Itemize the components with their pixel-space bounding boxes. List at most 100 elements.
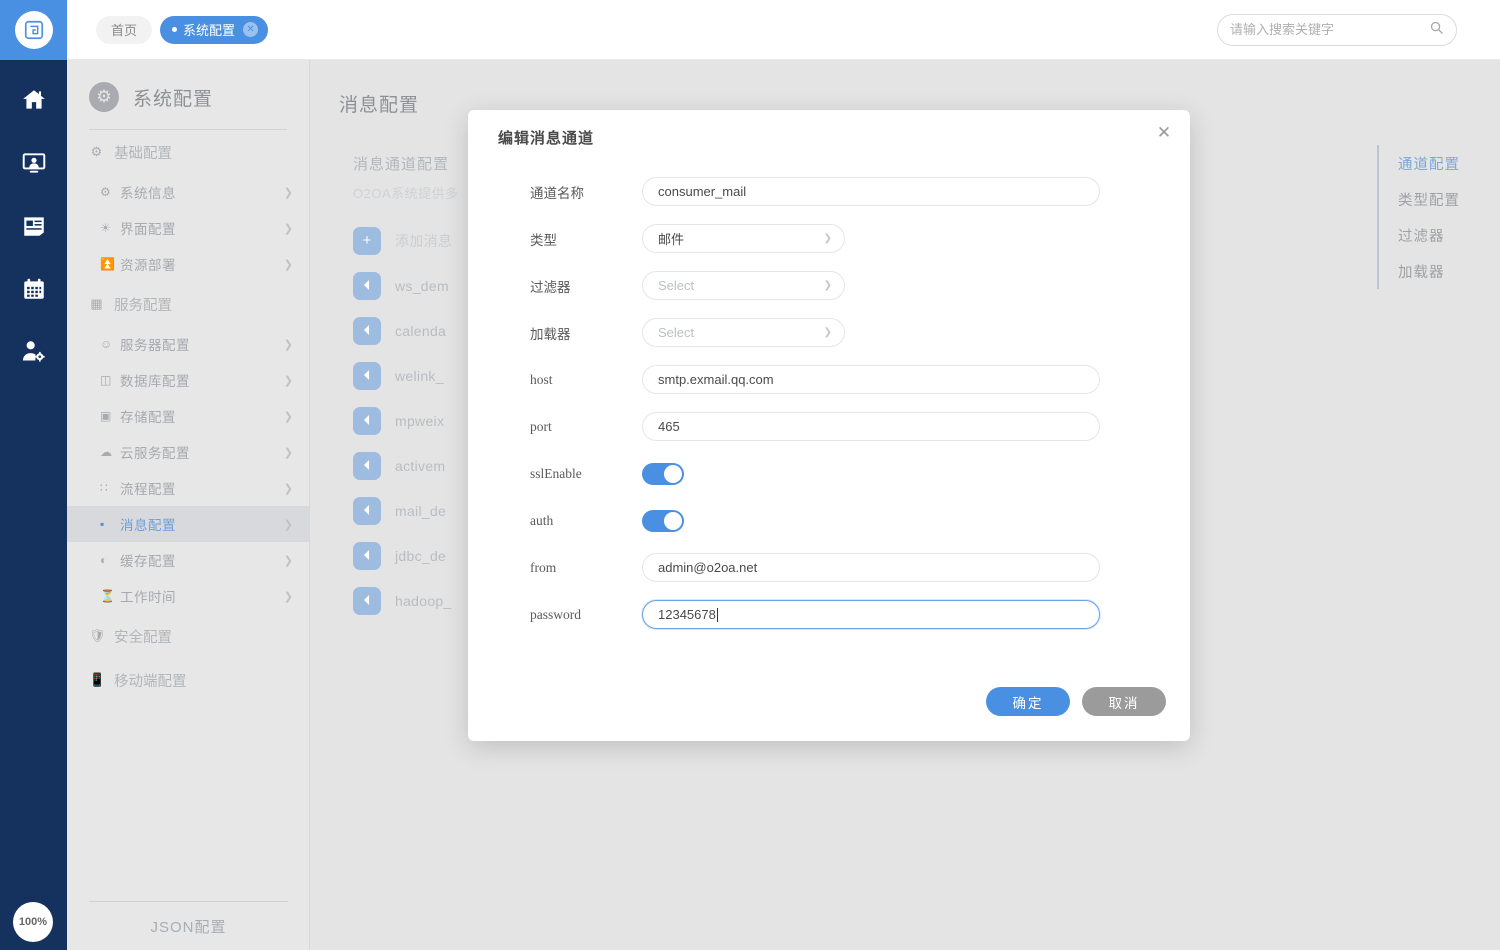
field-label: sslEnable — [468, 466, 642, 482]
field-placeholder: Select — [658, 325, 694, 340]
storage-icon: ▣ — [100, 409, 120, 423]
channel-name: calenda — [395, 323, 446, 339]
sidebar-item-cloud-config[interactable]: ☁ 云服务配置 ❯ — [67, 434, 309, 470]
clock-icon: ⏳ — [100, 589, 120, 603]
sidebar-group-basic: ⚙ 基础配置 — [67, 130, 309, 174]
add-channel-label: 添加消息 — [395, 231, 452, 251]
host-input[interactable]: smtp.exmail.qq.com — [642, 365, 1100, 394]
field-row-port: port 465 — [468, 403, 1190, 450]
right-nav-item-loader[interactable]: 加载器 — [1398, 253, 1460, 289]
channel-icon: ⏴ — [353, 272, 381, 300]
rail-item-admin[interactable] — [0, 320, 67, 383]
right-nav: 通道配置 类型配置 过滤器 加载器 — [1377, 145, 1460, 289]
sidebar-item-process-config[interactable]: ∷ 流程配置 ❯ — [67, 470, 309, 506]
channel-name-input[interactable]: consumer_mail — [642, 177, 1100, 206]
home-icon — [21, 87, 47, 113]
sidebar-item-label: 服务器配置 — [120, 334, 190, 354]
sidebar-title: 系统配置 — [133, 84, 213, 111]
right-nav-item-filter[interactable]: 过滤器 — [1398, 217, 1460, 253]
field-label: from — [468, 560, 642, 576]
zoom-level-badge[interactable]: 100% — [13, 902, 53, 942]
field-value: 邮件 — [658, 229, 684, 248]
palette-icon: ☀ — [100, 221, 120, 235]
channel-icon: ⏴ — [353, 587, 381, 615]
field-label: port — [468, 419, 642, 435]
cache-icon: ◐ — [100, 553, 120, 567]
sidebar-item-label: 数据库配置 — [120, 370, 190, 390]
sidebar-item-ui-config[interactable]: ☀ 界面配置 ❯ — [67, 210, 309, 246]
sidebar-item-storage-config[interactable]: ▣ 存储配置 ❯ — [67, 398, 309, 434]
toggle-knob — [664, 465, 682, 483]
field-row-auth: auth — [468, 497, 1190, 544]
tab-system-config[interactable]: 系统配置 ✕ — [160, 16, 268, 44]
sidebar-group-security[interactable]: 🛡 安全配置 — [67, 614, 309, 658]
field-value: smtp.exmail.qq.com — [658, 372, 774, 387]
channel-icon: ⏴ — [353, 317, 381, 345]
top-bar: 首页 系统配置 ✕ — [67, 0, 1500, 60]
sidebar-item-message-config[interactable]: ▪ 消息配置 ❯ — [67, 506, 309, 542]
o2oa-logo-icon — [15, 11, 53, 49]
chevron-right-icon: ❯ — [284, 258, 293, 271]
channel-name: jdbc_de — [395, 548, 446, 564]
type-select[interactable]: 邮件 ❯ — [642, 224, 845, 253]
close-icon[interactable]: ✕ — [1152, 121, 1176, 145]
rail-item-home[interactable] — [0, 68, 67, 131]
channel-icon: ⏴ — [353, 407, 381, 435]
auth-toggle[interactable] — [642, 510, 684, 532]
app-logo[interactable] — [0, 0, 67, 60]
gear-icon: ⚙ — [100, 185, 120, 199]
tab-active-dot-icon — [172, 27, 177, 32]
port-input[interactable]: 465 — [642, 412, 1100, 441]
chevron-right-icon: ❯ — [284, 222, 293, 235]
right-nav-item-channel[interactable]: 通道配置 — [1398, 145, 1460, 181]
sidebar-item-cache-config[interactable]: ◐ 缓存配置 ❯ — [67, 542, 309, 578]
field-label: 类型 — [468, 229, 642, 249]
json-config-link[interactable]: JSON配置 — [67, 902, 310, 950]
sidebar-group-security-label: 安全配置 — [114, 626, 172, 647]
flow-icon: ∷ — [100, 481, 120, 495]
chevron-right-icon: ❯ — [284, 482, 293, 495]
field-value: 465 — [658, 419, 680, 434]
mobile-icon: 📱 — [89, 672, 104, 688]
tab-home[interactable]: 首页 — [96, 16, 152, 44]
field-label: host — [468, 372, 642, 388]
search-input[interactable] — [1230, 22, 1429, 37]
search-icon[interactable] — [1429, 20, 1444, 40]
confirm-button[interactable]: 确定 — [986, 687, 1070, 716]
sidebar-group-basic-label: 基础配置 — [114, 142, 172, 163]
sidebar-item-work-time[interactable]: ⏳ 工作时间 ❯ — [67, 578, 309, 614]
field-label: 通道名称 — [468, 182, 642, 202]
tab-home-label: 首页 — [111, 20, 137, 39]
sidebar-item-system-info[interactable]: ⚙ 系统信息 ❯ — [67, 174, 309, 210]
field-label: auth — [468, 513, 642, 529]
field-value: admin@o2oa.net — [658, 560, 757, 575]
gear-icon: ⚙ — [89, 82, 119, 112]
field-row-sslenable: sslEnable — [468, 450, 1190, 497]
filter-select[interactable]: Select ❯ — [642, 271, 845, 300]
rail-item-calendar[interactable] — [0, 257, 67, 320]
chevron-down-icon: ❯ — [824, 327, 832, 338]
password-input[interactable]: 12345678 — [642, 600, 1100, 629]
rail-item-portal[interactable] — [0, 131, 67, 194]
field-row-type: 类型 邮件 ❯ — [468, 215, 1190, 262]
right-nav-item-type[interactable]: 类型配置 — [1398, 181, 1460, 217]
cancel-button[interactable]: 取消 — [1082, 687, 1166, 716]
channel-name: hadoop_ — [395, 593, 452, 609]
from-input[interactable]: admin@o2oa.net — [642, 553, 1100, 582]
sidebar-item-resource-deploy[interactable]: ⏫ 资源部署 ❯ — [67, 246, 309, 282]
sidebar-item-server-config[interactable]: ☺ 服务器配置 ❯ — [67, 326, 309, 362]
calendar-icon — [21, 276, 47, 302]
sidebar-item-label: 消息配置 — [120, 514, 176, 534]
user-gear-icon — [20, 338, 47, 365]
search-box[interactable] — [1217, 14, 1457, 46]
cloud-icon: ☁ — [100, 445, 120, 459]
field-value: consumer_mail — [658, 184, 746, 199]
tab-close-icon[interactable]: ✕ — [243, 22, 258, 37]
loader-select[interactable]: Select ❯ — [642, 318, 845, 347]
sidebar-group-mobile[interactable]: 📱 移动端配置 — [67, 658, 309, 702]
server-icon: ▦ — [89, 296, 104, 312]
rail-item-news[interactable] — [0, 194, 67, 257]
sslenable-toggle[interactable] — [642, 463, 684, 485]
sidebar-item-database-config[interactable]: ◫ 数据库配置 ❯ — [67, 362, 309, 398]
chevron-right-icon: ❯ — [284, 410, 293, 423]
